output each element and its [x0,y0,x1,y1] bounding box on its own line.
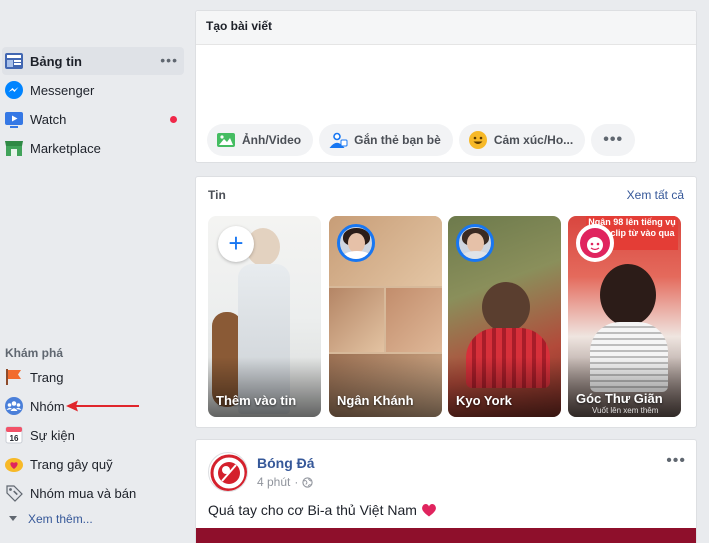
story-kyo-york[interactable]: Kyo York [448,216,561,417]
see-more-label: Xem thêm... [28,512,93,526]
story-name: Thêm vào tin [216,393,297,408]
news-feed-post: Bóng Đá 4 phút · ••• Quá tay cho cơ Bi-a… [195,439,697,543]
see-more-link[interactable]: Xem thêm... [8,512,93,526]
see-all-stories-link[interactable]: Xem tất cả [627,188,684,202]
annotation-arrow [66,400,139,412]
create-post-card: Tạo bài viết Ảnh/Video Gắn thẻ bạn bè Cả… [195,10,697,163]
chevron-down-icon [9,516,17,521]
sidebar-item-marketplace[interactable]: Marketplace [2,134,184,162]
post-author[interactable]: Bóng Đá [257,455,315,471]
more-options-icon[interactable]: ••• [160,53,178,67]
bong-da-logo-icon [210,454,247,491]
story-avatar [337,224,375,262]
messenger-icon [4,80,24,100]
post-text-content: Quá tay cho cơ Bi-a thủ Việt Nam [208,502,417,518]
sidebar-item-buy-sell-groups[interactable]: Nhóm mua và bán [2,479,184,507]
story-name: Góc Thư Giãn [576,391,663,406]
photo-video-label: Ảnh/Video [242,133,302,147]
buy-sell-tag-icon [4,483,24,503]
groups-icon [4,396,24,416]
sidebar-item-label: Bảng tin [30,53,82,69]
stories-title: Tin [208,188,226,202]
sidebar-item-label: Trang gây quỹ [30,456,113,472]
sidebar-item-label: Watch [30,111,67,127]
events-calendar-icon: 16 [4,425,24,445]
feeling-activity-label: Cảm xúc/Ho... [493,133,574,147]
sidebar-item-pages[interactable]: Trang [2,363,184,391]
pages-flag-icon [4,367,24,387]
red-heart-icon [421,504,436,517]
post-meta: 4 phút · [257,475,314,489]
sidebar-item-label: Messenger [30,82,95,98]
sidebar-item-label: Sự kiện [30,427,75,443]
sidebar-item-fundraisers[interactable]: Trang gây quỹ [2,450,184,478]
post-text-area[interactable] [196,46,696,118]
tag-friends-label: Gắn thẻ bạn bè [354,133,441,147]
story-image [600,264,656,326]
photo-video-icon [216,130,236,150]
sidebar-item-watch[interactable]: Watch [2,105,184,133]
feeling-activity-button[interactable]: Cảm xúc/Ho... [458,124,586,156]
post-text: Quá tay cho cơ Bi-a thủ Việt Nam [208,502,437,518]
composer-options: Ảnh/Video Gắn thẻ bạn bè Cảm xúc/Ho... •… [207,124,636,156]
swipe-up-hint: Vuốt lên xem thêm [592,406,659,415]
sidebar-item-events[interactable]: 16 Sự kiện [2,421,184,449]
more-options-icon: ••• [603,131,624,148]
story-goc-thu-gian[interactable]: Ngân 98 lên tiếng vụ xùm clip từ vào qua… [568,216,681,417]
create-post-title: Tạo bài viết [196,11,696,45]
feeling-emoji-icon [468,130,488,150]
sidebar-item-label: Nhóm [30,398,65,414]
left-sidebar: Bảng tin ••• Messenger Watch Marketplace… [0,0,188,543]
sidebar-item-news-feed[interactable]: Bảng tin ••• [2,47,184,75]
story-ngan-khanh[interactable]: Ngân Khánh [329,216,442,417]
svg-text:16: 16 [10,434,19,443]
tag-friends-button[interactable]: Gắn thẻ bạn bè [319,124,453,156]
add-story-plus-icon[interactable]: + [218,226,254,262]
post-media[interactable] [196,528,696,543]
story-image [482,282,530,332]
sidebar-item-label: Nhóm mua và bán [30,485,137,501]
globe-public-icon [302,476,314,488]
post-options-icon[interactable]: ••• [666,452,686,470]
explore-section-title: Khám phá [5,346,64,360]
watch-icon [4,109,24,129]
fundraiser-icon [4,454,24,474]
story-add-to-story[interactable]: + Thêm vào tin [208,216,321,417]
news-feed-icon [4,51,24,71]
story-avatar [456,224,494,262]
story-avatar [576,224,614,262]
story-name: Kyo York [456,393,512,408]
stories-card: Tin Xem tất cả + Thêm vào tin Ngân Khánh… [195,176,697,428]
sidebar-item-messenger[interactable]: Messenger [2,76,184,104]
marketplace-icon [4,138,24,158]
page-avatar[interactable] [208,452,248,492]
notification-dot [170,116,177,123]
tag-friends-icon [328,130,348,150]
post-time[interactable]: 4 phút [257,475,290,489]
more-options-button[interactable]: ••• [591,124,636,156]
sidebar-item-label: Marketplace [30,140,101,156]
photo-video-button[interactable]: Ảnh/Video [207,124,314,156]
sidebar-item-label: Trang [30,369,64,385]
story-name: Ngân Khánh [337,393,414,408]
